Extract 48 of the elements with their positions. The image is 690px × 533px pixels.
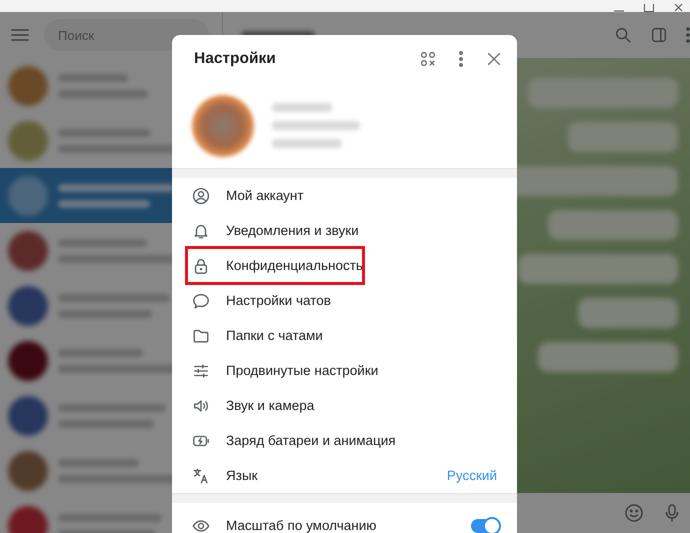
- settings-menu-item[interactable]: Заряд батареи и анимация: [172, 423, 517, 458]
- blurred-text: [272, 103, 332, 112]
- avatar: [8, 396, 48, 436]
- sliders-icon: [192, 362, 210, 380]
- settings-menu-item[interactable]: Язык Русский: [172, 458, 517, 493]
- settings-menu-item[interactable]: Продвинутые настройки: [172, 353, 517, 388]
- translate-icon: [192, 466, 210, 484]
- emoji-icon: [624, 503, 644, 523]
- close-icon[interactable]: [674, 4, 684, 12]
- menu-item-label: Продвинутые настройки: [226, 363, 380, 378]
- avatar: [8, 120, 48, 160]
- menu-item-label: Настройки чатов: [226, 293, 332, 308]
- settings-menu-item[interactable]: Мой аккаунт: [172, 178, 517, 213]
- language-value: Русский: [446, 468, 497, 483]
- avatar: [8, 66, 48, 106]
- sidebar-toggle-icon: [650, 26, 668, 44]
- account-icon: [192, 186, 210, 204]
- more-icon: [686, 27, 690, 43]
- menu-item-label: Заряд батареи и анимация: [226, 433, 397, 448]
- settings-menu-item[interactable]: Настройки чатов: [172, 283, 517, 318]
- settings-menu-item[interactable]: Папки с чатами: [172, 318, 517, 353]
- close-icon: [485, 50, 503, 68]
- menu-item-label: Язык: [226, 468, 259, 483]
- search-icon: [614, 26, 632, 44]
- speech-bubble-icon: [192, 292, 210, 310]
- settings-menu-item[interactable]: Масштаб по умолчанию: [172, 503, 517, 533]
- settings-menu-item[interactable]: Уведомления и звуки: [172, 213, 517, 248]
- qr-code-icon: [419, 50, 437, 68]
- dialog-title: Настройки: [194, 50, 277, 68]
- maximize-icon[interactable]: [644, 4, 654, 12]
- menu-item-label: Звук и камера: [226, 398, 316, 413]
- blurred-text: [58, 74, 128, 82]
- settings-menu-item[interactable]: Звук и камера: [172, 388, 517, 423]
- blurred-text: [272, 139, 342, 148]
- profile-avatar[interactable]: [192, 94, 254, 156]
- avatar: [8, 450, 48, 490]
- avatar: [8, 230, 48, 270]
- more-icon: [459, 51, 463, 67]
- menu-item-label: Масштаб по умолчанию: [226, 518, 378, 533]
- avatar: [8, 286, 48, 326]
- avatar: [8, 176, 48, 216]
- menu-item-label: Папки с чатами: [226, 328, 324, 343]
- avatar: [8, 340, 48, 380]
- menu-item-label: Уведомления и звуки: [226, 223, 360, 238]
- menu-item-label: Конфиденциальность: [226, 258, 364, 273]
- lock-icon: [192, 256, 210, 274]
- menu-item-label: Мой аккаунт: [226, 188, 305, 203]
- settings-menu-item[interactable]: Конфиденциальность: [172, 248, 517, 283]
